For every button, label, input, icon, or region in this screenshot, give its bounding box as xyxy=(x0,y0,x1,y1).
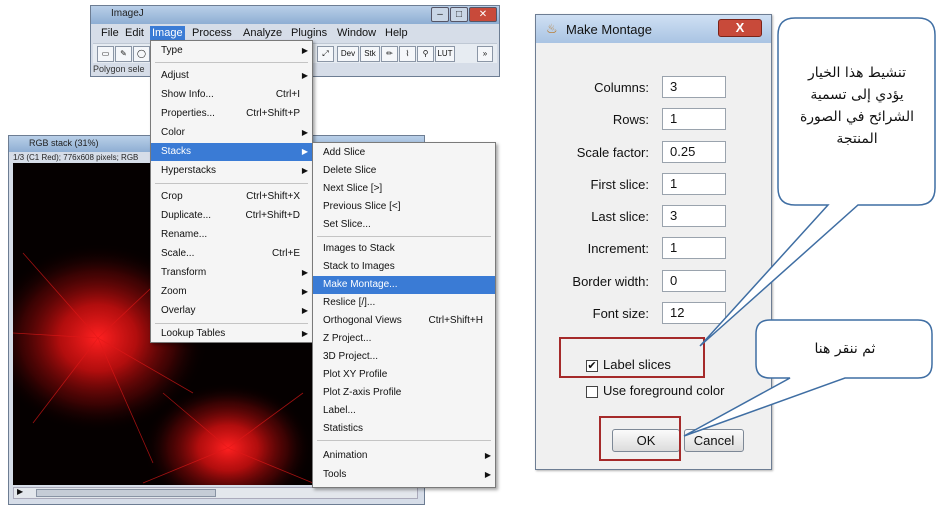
callout-line: يؤدي إلى تسمية xyxy=(810,87,904,103)
callout-line: المنتجة xyxy=(836,131,878,147)
bottom-callout-text: ثم ننقر هنا xyxy=(814,341,876,357)
callout-line: تنشيط هذا الخيار xyxy=(807,65,907,81)
top-callout-text: تنشيط هذا الخيار يؤدي إلى تسمية الشرائح … xyxy=(782,62,932,150)
callout-line: الشرائح في الصورة xyxy=(799,109,915,125)
